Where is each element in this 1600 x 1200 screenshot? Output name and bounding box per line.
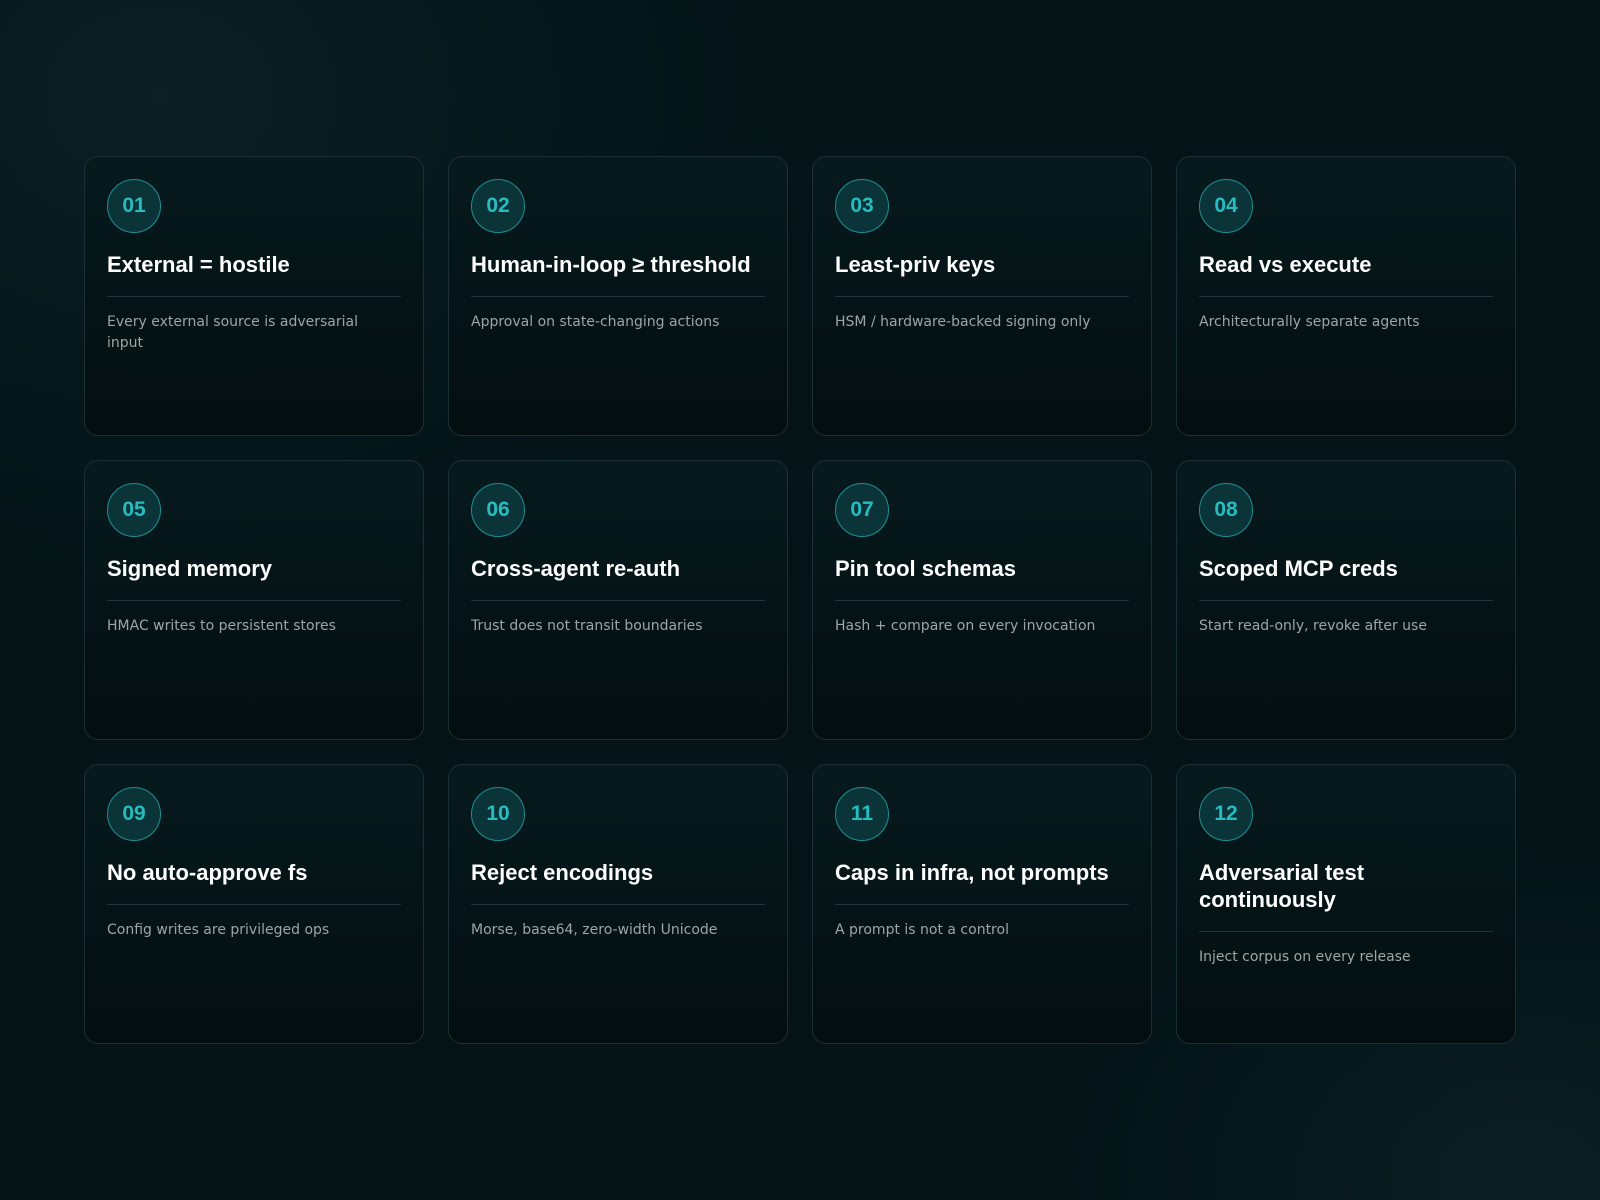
number-badge: 05 xyxy=(107,483,161,537)
card-description: Trust does not transit boundaries xyxy=(471,618,703,634)
principle-card: 02 Human-in-loop ≥ threshold Approval on… xyxy=(448,156,788,436)
card-title: Reject encodings xyxy=(471,859,765,905)
number-badge: 07 xyxy=(835,483,889,537)
card-description: Config writes are privileged ops xyxy=(107,922,330,938)
principle-card: 09 No auto-approve fs Config writes are … xyxy=(84,764,424,1044)
card-title: Caps in infra, not prompts xyxy=(835,859,1129,905)
card-description: A prompt is not a control xyxy=(835,922,1009,938)
card-description: Architecturally separate agents xyxy=(1199,314,1420,330)
number-badge: 01 xyxy=(107,179,161,233)
card-description: HMAC writes to persistent stores xyxy=(107,618,336,634)
principle-card: 08 Scoped MCP creds Start read-only, rev… xyxy=(1176,460,1516,740)
number-badge: 09 xyxy=(107,787,161,841)
principle-card: 06 Cross-agent re-auth Trust does not tr… xyxy=(448,460,788,740)
card-title: Pin tool schemas xyxy=(835,555,1129,601)
principles-grid: 01 External = hostile Every external sou… xyxy=(84,156,1516,1044)
card-description: Every external source is adversarial inp… xyxy=(107,314,358,351)
principle-card: 12 Adversarial test continuously Inject … xyxy=(1176,764,1516,1044)
principle-card: 11 Caps in infra, not prompts A prompt i… xyxy=(812,764,1152,1044)
card-title: No auto-approve fs xyxy=(107,859,401,905)
card-description: Start read-only, revoke after use xyxy=(1199,618,1427,634)
principle-card: 04 Read vs execute Architecturally separ… xyxy=(1176,156,1516,436)
number-badge: 02 xyxy=(471,179,525,233)
number-badge: 11 xyxy=(835,787,889,841)
card-title: Human-in-loop ≥ threshold xyxy=(471,251,765,297)
card-description: Morse, base64, zero-width Unicode xyxy=(471,922,718,938)
card-description: Approval on state-changing actions xyxy=(471,314,720,330)
principle-card: 01 External = hostile Every external sou… xyxy=(84,156,424,436)
card-title: Cross-agent re-auth xyxy=(471,555,765,601)
number-badge: 04 xyxy=(1199,179,1253,233)
number-badge: 08 xyxy=(1199,483,1253,537)
card-title: Read vs execute xyxy=(1199,251,1493,297)
number-badge: 03 xyxy=(835,179,889,233)
principle-card: 10 Reject encodings Morse, base64, zero-… xyxy=(448,764,788,1044)
card-title: Signed memory xyxy=(107,555,401,601)
principle-card: 05 Signed memory HMAC writes to persiste… xyxy=(84,460,424,740)
card-title: External = hostile xyxy=(107,251,401,297)
card-description: Hash + compare on every invocation xyxy=(835,618,1096,634)
principle-card: 07 Pin tool schemas Hash + compare on ev… xyxy=(812,460,1152,740)
principle-card: 03 Least-priv keys HSM / hardware-backed… xyxy=(812,156,1152,436)
card-title: Scoped MCP creds xyxy=(1199,555,1493,601)
number-badge: 12 xyxy=(1199,787,1253,841)
card-title: Adversarial test continuously xyxy=(1199,859,1493,932)
card-description: HSM / hardware-backed signing only xyxy=(835,314,1091,330)
card-title: Least-priv keys xyxy=(835,251,1129,297)
number-badge: 06 xyxy=(471,483,525,537)
card-description: Inject corpus on every release xyxy=(1199,949,1411,965)
number-badge: 10 xyxy=(471,787,525,841)
